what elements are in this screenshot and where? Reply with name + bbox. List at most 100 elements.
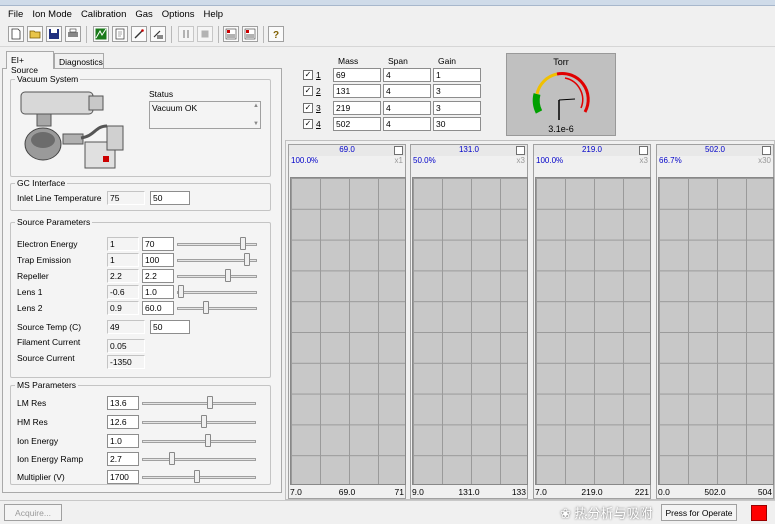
pane-percent: 50.0% — [413, 156, 436, 165]
menu-gas[interactable]: Gas — [131, 9, 157, 20]
spectrum-plot[interactable] — [290, 177, 406, 485]
channel-checkbox[interactable]: ✓ — [303, 70, 313, 80]
operate-button[interactable]: Press for Operate — [661, 504, 737, 521]
slider-thumb[interactable] — [203, 301, 209, 314]
pane-expand-icon[interactable] — [762, 146, 771, 155]
pane-mass-header: 69.0 — [289, 145, 405, 156]
ms-param-slider[interactable] — [142, 396, 256, 410]
channel-span-input[interactable]: 4 — [383, 117, 431, 131]
probe-print-icon[interactable] — [150, 26, 166, 42]
channel-span-input[interactable]: 4 — [383, 84, 431, 98]
channel-checkbox[interactable]: ✓ — [303, 103, 313, 113]
channel-gain-input[interactable]: 1 — [433, 68, 481, 82]
pause-icon[interactable] — [178, 26, 194, 42]
slider-thumb[interactable] — [194, 470, 200, 483]
slider-track — [177, 307, 257, 310]
scroll-down-icon[interactable]: ▼ — [253, 121, 259, 127]
ms-param-value[interactable]: 1.0 — [107, 434, 139, 448]
pane-expand-icon[interactable] — [516, 146, 525, 155]
save-disk-icon[interactable] — [46, 26, 62, 42]
channel-gain-input[interactable]: 3 — [433, 101, 481, 115]
mass-column-header: Mass — [338, 56, 359, 66]
source-param-slider[interactable] — [177, 237, 257, 251]
channel-mass-input[interactable]: 69 — [333, 68, 381, 82]
pane-expand-icon[interactable] — [639, 146, 648, 155]
source-param-setpoint[interactable]: 2.2 — [142, 269, 174, 283]
slider-thumb[interactable] — [201, 415, 207, 428]
new-file-icon[interactable] — [8, 26, 24, 42]
source-param-setpoint[interactable]: 100 — [142, 253, 174, 267]
slider-thumb[interactable] — [207, 396, 213, 409]
channel-span-input[interactable]: 4 — [383, 68, 431, 82]
vacuum-system-image — [20, 91, 124, 169]
pane-scale-row: 100.0% x1 — [289, 156, 405, 167]
svg-text:?: ? — [273, 30, 279, 40]
probe-pen-icon[interactable] — [131, 26, 147, 42]
slider-track — [142, 402, 256, 405]
menu-options[interactable]: Options — [158, 9, 200, 20]
tune-peak-icon[interactable] — [93, 26, 109, 42]
gas-calibration-icon[interactable] — [223, 26, 239, 42]
pane-expand-icon[interactable] — [394, 146, 403, 155]
menu-help[interactable]: Help — [200, 9, 229, 20]
spectrum-pane: 131.0 50.0% x3 9.0 131.0 133 — [410, 144, 528, 499]
channel-gain-input[interactable]: 30 — [433, 117, 481, 131]
spectrum-plot[interactable] — [535, 177, 651, 485]
spectrum-plot[interactable] — [412, 177, 528, 485]
slider-thumb[interactable] — [225, 269, 231, 282]
pane-mass-header: 502.0 — [657, 145, 773, 156]
slider-thumb[interactable] — [240, 237, 246, 250]
channel-number: 2 — [316, 86, 321, 96]
source-param-slider[interactable] — [177, 301, 257, 315]
ms-param-slider[interactable] — [142, 415, 256, 429]
toolbar-separator — [86, 26, 87, 43]
channel-span-input[interactable]: 4 — [383, 101, 431, 115]
slider-thumb[interactable] — [205, 434, 211, 447]
ms-param-value[interactable]: 2.7 — [107, 452, 139, 466]
stop-icon[interactable] — [197, 26, 213, 42]
vacuum-status-label: Status — [149, 89, 174, 99]
scroll-up-icon[interactable]: ▲ — [253, 103, 259, 109]
menu-calibration[interactable]: Calibration — [77, 9, 131, 20]
open-folder-icon[interactable] — [27, 26, 43, 42]
channel-checkbox[interactable]: ✓ — [303, 86, 313, 96]
menu-ion-mode[interactable]: Ion Mode — [28, 9, 77, 20]
ms-param-slider[interactable] — [142, 470, 256, 484]
slider-thumb[interactable] — [178, 285, 184, 298]
spectrum-pane: 502.0 66.7% x30 0.0 502.0 504 — [656, 144, 774, 499]
ms-param-slider[interactable] — [142, 434, 256, 448]
spectrum-plot[interactable] — [658, 177, 774, 485]
acquire-button[interactable]: Acquire... — [4, 504, 62, 521]
pane-scale-row: 100.0% x3 — [534, 156, 650, 167]
tab-diagnostics[interactable]: Diagnostics — [54, 53, 104, 69]
ms-param-value[interactable]: 1700 — [107, 470, 139, 484]
help-icon[interactable]: ? — [268, 26, 284, 42]
source-param-setpoint[interactable]: 1.0 — [142, 285, 174, 299]
ms-param-value[interactable]: 12.6 — [107, 415, 139, 429]
channel-mass-input[interactable]: 131 — [333, 84, 381, 98]
channel-mass-input[interactable]: 219 — [333, 101, 381, 115]
source-param-setpoint[interactable]: 60.0 — [142, 301, 174, 315]
settings-doc-icon[interactable] — [112, 26, 128, 42]
tab-ei-source[interactable]: EI+ Source — [6, 51, 54, 75]
menu-file[interactable]: File — [4, 9, 28, 20]
channel-checkbox[interactable]: ✓ — [303, 119, 313, 129]
inlet-line-temp-setpoint[interactable]: 50 — [150, 191, 190, 205]
spectrum-pane: 69.0 100.0% x1 7.0 69.0 71 — [288, 144, 406, 499]
source-param-setpoint[interactable]: 70 — [142, 237, 174, 251]
channel-mass-input[interactable]: 502 — [333, 117, 381, 131]
slider-thumb[interactable] — [169, 452, 175, 465]
source-param-slider[interactable] — [177, 285, 257, 299]
ms-param-slider[interactable] — [142, 452, 256, 466]
slider-thumb[interactable] — [244, 253, 250, 266]
gas-calibration-alt-icon[interactable] — [242, 26, 258, 42]
source-temp-setpoint[interactable]: 50 — [150, 320, 190, 334]
ms-param-value[interactable]: 13.6 — [107, 396, 139, 410]
print-icon[interactable] — [65, 26, 81, 42]
source-param-slider[interactable] — [177, 269, 257, 283]
source-param-slider[interactable] — [177, 253, 257, 267]
channel-gain-input[interactable]: 3 — [433, 84, 481, 98]
vacuum-status-box: Vacuum OK ▲ ▼ — [149, 101, 261, 129]
pane-mass-header: 131.0 — [411, 145, 527, 156]
pane-percent: 66.7% — [659, 156, 682, 165]
